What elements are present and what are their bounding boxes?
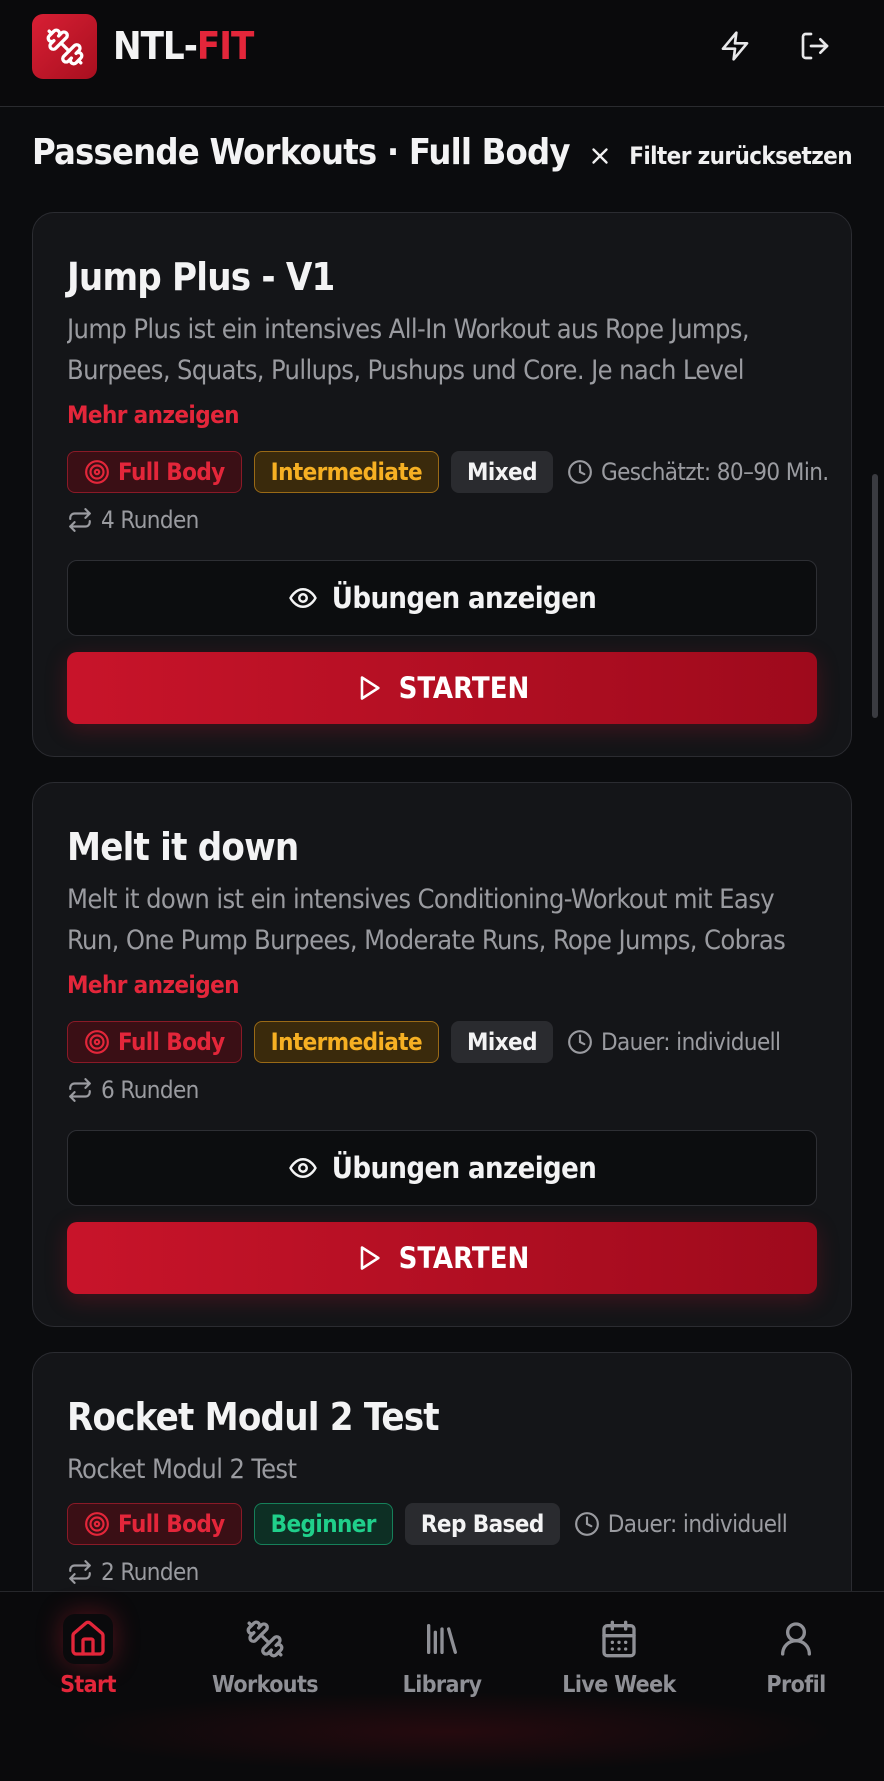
- workout-title: Melt it down: [67, 825, 299, 869]
- rounds-label: 6 Runden: [101, 1076, 199, 1104]
- eye-icon: [289, 588, 317, 608]
- type-badge: Mixed: [451, 1021, 553, 1063]
- nav-item-library[interactable]: Library: [372, 1614, 512, 1698]
- nav-label: Workouts: [212, 1672, 319, 1698]
- rounds-info: 6 Runden: [67, 1076, 199, 1104]
- workout-description: Melt it down ist ein intensives Conditio…: [67, 884, 786, 956]
- rounds-info: 4 Runden: [67, 506, 199, 534]
- close-icon: [592, 148, 608, 164]
- focus-badge: Full Body: [67, 1503, 242, 1545]
- clock-icon: [568, 1030, 592, 1054]
- home-icon-wrap: [63, 1614, 113, 1664]
- duration-info: Dauer: individuell: [574, 1510, 788, 1538]
- workout-card: Jump Plus - V1 Jump Plus ist ein intensi…: [32, 212, 852, 757]
- app-header: NTL-FIT: [0, 0, 884, 107]
- dumbbell-icon: [246, 1620, 284, 1658]
- user-icon: [781, 1622, 811, 1656]
- show-exercises-button[interactable]: Übungen anzeigen: [67, 1130, 817, 1206]
- lightning-icon: [721, 31, 749, 61]
- workout-tags: Full Body Beginner Rep Based Dauer: indi…: [67, 1503, 788, 1545]
- show-exercises-button[interactable]: Übungen anzeigen: [67, 560, 817, 636]
- target-icon: [85, 460, 109, 484]
- start-button[interactable]: STARTEN: [67, 652, 817, 724]
- reset-filter-label: Filter zurücksetzen: [629, 142, 852, 170]
- library-icon: [427, 1624, 457, 1654]
- brand-prefix: NTL-: [113, 24, 198, 68]
- nav-item-start[interactable]: Start: [18, 1614, 158, 1698]
- workout-description: Rocket Modul 2 Test: [67, 1454, 297, 1485]
- duration-info: Dauer: individuell: [567, 1028, 781, 1056]
- reset-filter-button[interactable]: Filter zurücksetzen: [587, 136, 853, 176]
- nav-item-workouts[interactable]: Workouts: [195, 1614, 335, 1698]
- library-icon-wrap: [417, 1614, 467, 1664]
- nav-label: Profil: [766, 1672, 826, 1698]
- workout-title: Rocket Modul 2 Test: [67, 1395, 440, 1439]
- focus-badge: Full Body: [67, 1021, 242, 1063]
- duration-label: Dauer: individuell: [607, 1510, 788, 1538]
- workout-tags: Full Body Intermediate Mixed Dauer: indi…: [67, 1021, 781, 1063]
- duration-label: Dauer: individuell: [600, 1028, 781, 1056]
- type-badge: Rep Based: [404, 1503, 560, 1545]
- level-badge: Intermediate: [253, 1021, 440, 1063]
- show-exercises-label: Übungen anzeigen: [331, 1151, 597, 1185]
- focus-label: Full Body: [118, 1510, 225, 1538]
- page-title: Passende Workouts · Full Body: [32, 132, 571, 173]
- play-icon: [360, 676, 380, 700]
- lightning-button[interactable]: [717, 28, 753, 64]
- nav-glow: [60, 1692, 840, 1772]
- section-header: Passende Workouts · Full Body Filter zur…: [32, 132, 853, 182]
- rounds-info: 2 Runden: [67, 1558, 199, 1586]
- dumbbell-icon-wrap: [240, 1614, 290, 1664]
- repeat-icon: [69, 1560, 91, 1584]
- start-label: STARTEN: [398, 1241, 530, 1275]
- focus-badge: Full Body: [67, 451, 242, 493]
- brand-name: NTL-FIT: [113, 24, 254, 68]
- level-badge: Beginner: [253, 1503, 393, 1545]
- start-button[interactable]: STARTEN: [67, 1222, 817, 1294]
- target-icon: [85, 1512, 109, 1536]
- eye-icon: [289, 1158, 317, 1178]
- repeat-icon: [69, 1078, 91, 1102]
- more-link[interactable]: Mehr anzeigen: [67, 971, 240, 999]
- level-badge: Intermediate: [253, 451, 440, 493]
- app-logo[interactable]: [32, 14, 97, 79]
- calendar-icon-wrap: [594, 1614, 644, 1664]
- clock-icon: [574, 1512, 599, 1536]
- type-badge: Mixed: [451, 451, 553, 493]
- duration-label: Geschätzt: 80–90 Min.: [600, 458, 829, 486]
- focus-label: Full Body: [118, 458, 225, 486]
- workout-description: Jump Plus ist ein intensives All-In Work…: [67, 314, 750, 386]
- show-exercises-label: Übungen anzeigen: [331, 581, 597, 615]
- dumbbell-icon: [46, 28, 83, 65]
- nav-item-profil[interactable]: Profil: [726, 1614, 866, 1698]
- rounds-label: 2 Runden: [101, 1558, 199, 1586]
- more-link[interactable]: Mehr anzeigen: [67, 401, 240, 429]
- nav-label: Live Week: [562, 1672, 676, 1698]
- logout-button[interactable]: [797, 28, 833, 64]
- home-icon: [71, 1620, 105, 1656]
- clock-icon: [568, 460, 592, 484]
- scrollbar[interactable]: [872, 474, 878, 718]
- nav-item-live-week[interactable]: Live Week: [549, 1614, 689, 1698]
- duration-info: Geschätzt: 80–90 Min.: [567, 458, 829, 486]
- play-icon: [360, 1246, 380, 1270]
- focus-label: Full Body: [118, 1028, 225, 1056]
- nav-label: Library: [402, 1672, 482, 1698]
- logout-icon: [801, 32, 829, 60]
- brand-suffix: FIT: [196, 24, 254, 68]
- start-label: STARTEN: [398, 671, 530, 705]
- nav-label: Start: [60, 1672, 116, 1698]
- target-icon: [85, 1030, 109, 1054]
- rounds-label: 4 Runden: [101, 506, 199, 534]
- calendar-icon: [602, 1620, 636, 1658]
- user-icon-wrap: [771, 1614, 821, 1664]
- workout-card: Melt it down Melt it down ist ein intens…: [32, 782, 852, 1327]
- workout-tags: Full Body Intermediate Mixed Geschätzt: …: [67, 451, 829, 493]
- bottom-navigation: Start Workouts Library Live Week Profil: [0, 1591, 884, 1781]
- repeat-icon: [69, 508, 91, 532]
- workout-title: Jump Plus - V1: [67, 255, 335, 299]
